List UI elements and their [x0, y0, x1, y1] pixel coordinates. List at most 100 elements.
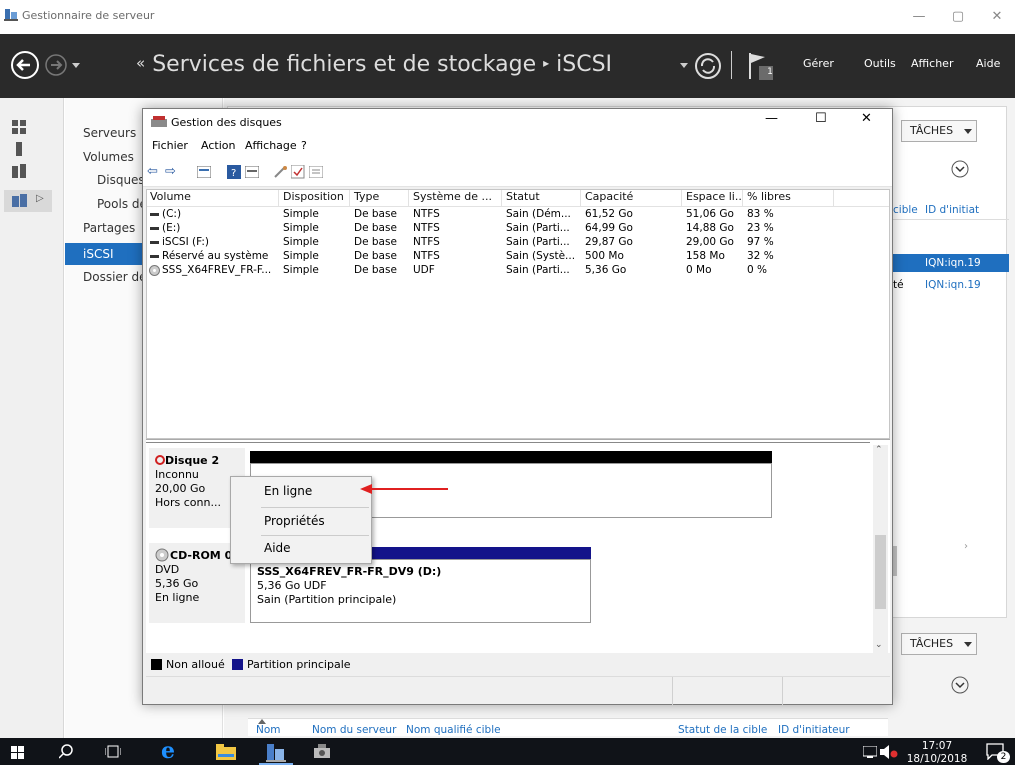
graph-scrollbar[interactable]: ⌃ ⌄ — [873, 445, 888, 655]
back-arrow-icon[interactable] — [10, 50, 40, 80]
nav-item-servers[interactable]: Serveurs — [83, 126, 136, 140]
column-header-volume[interactable]: Volume — [147, 190, 279, 206]
history-dropdown-icon[interactable] — [72, 63, 80, 69]
help-icon[interactable]: ? — [227, 165, 241, 179]
status-bar — [146, 676, 890, 705]
disk-management-taskbar-icon[interactable] — [312, 743, 332, 761]
back-icon[interactable]: ⇦ — [147, 164, 158, 179]
cd-drive-icon — [149, 265, 160, 276]
table-row[interactable]: (E:) Simple De base NTFS Sain (Parti... … — [147, 222, 847, 235]
network-icon[interactable] — [863, 746, 877, 758]
task-view-icon[interactable] — [105, 745, 121, 758]
scrollbar-thumb[interactable] — [875, 535, 886, 609]
column-header-target[interactable]: cible — [893, 204, 918, 216]
all-servers-icon[interactable] — [12, 164, 26, 178]
local-server-icon[interactable] — [12, 142, 26, 156]
properties-icon[interactable] — [197, 166, 211, 178]
tasks-button-2[interactable]: TÂCHES — [901, 633, 977, 655]
nav-item-shares[interactable]: Partages — [83, 221, 135, 235]
ie-browser-icon[interactable]: e — [161, 738, 175, 764]
nav-item-volumes[interactable]: Volumes — [83, 150, 134, 164]
column-header-server[interactable]: Nom du serveur — [312, 724, 396, 736]
volume-muted-icon[interactable] — [880, 745, 898, 759]
minimize-button[interactable]: — — [902, 6, 936, 28]
forward-arrow-icon[interactable] — [45, 54, 67, 76]
cell-percent: 0 % — [747, 264, 767, 276]
column-header-capacity[interactable]: Capacité — [582, 190, 682, 206]
table-row[interactable]: iSCSI (F:) Simple De base NTFS Sain (Par… — [147, 236, 847, 249]
column-header-layout[interactable]: Disposition — [280, 190, 350, 206]
column-header-type[interactable]: Type — [351, 190, 409, 206]
menu-help[interactable]: ? — [301, 139, 307, 152]
column-header-status[interactable]: Statut — [503, 190, 581, 206]
file-explorer-icon[interactable] — [216, 744, 236, 760]
menu-tools[interactable]: Outils — [864, 57, 896, 70]
refresh-icon[interactable] — [694, 52, 722, 80]
clock-date[interactable]: 18/10/2018 — [905, 753, 969, 765]
search-icon[interactable] — [59, 744, 73, 759]
menu-view[interactable]: Afficher — [911, 57, 953, 70]
column-header-initiator-id[interactable]: ID d'initiateur — [778, 724, 850, 736]
breadcrumb-root[interactable]: Services de fichiers et de stockage — [152, 52, 536, 77]
check-icon[interactable] — [291, 165, 305, 179]
menu-file[interactable]: Fichier — [152, 139, 188, 152]
list-view-icon[interactable] — [245, 166, 259, 178]
nav-item-disks[interactable]: Disques — [97, 173, 145, 187]
table-row[interactable]: SSS_X64FREV_FR-F... Simple De base UDF S… — [147, 264, 847, 277]
connect-icon[interactable] — [273, 165, 287, 179]
settings-list-icon[interactable] — [309, 166, 323, 178]
nav-item-work-folders[interactable]: Dossier de — [83, 270, 147, 284]
cell-volume: (C:) — [162, 208, 182, 220]
column-header-name[interactable]: Nom — [256, 724, 281, 736]
column-header-free-space[interactable]: Espace li... — [683, 190, 743, 206]
menu-item-help[interactable]: Aide — [232, 535, 370, 562]
menu-item-online[interactable]: En ligne — [232, 478, 370, 505]
dm-minimize-button[interactable]: — — [765, 111, 778, 126]
chevron-right-icon[interactable]: › — [964, 541, 968, 552]
forward-icon[interactable]: ⇨ — [165, 164, 176, 179]
table-row-selected[interactable]: IQN:iqn.19 — [893, 254, 1009, 272]
cell-fs: NTFS — [413, 250, 440, 262]
server-manager-taskbar-icon[interactable] — [266, 742, 286, 762]
menu-help[interactable]: Aide — [976, 57, 1000, 70]
tasks-button[interactable]: TÂCHES — [901, 120, 977, 142]
collapse-circle-icon[interactable] — [951, 676, 969, 694]
column-header-filesystem[interactable]: Système de ... — [410, 190, 502, 206]
column-header-initiator[interactable]: ID d'initiat — [925, 204, 979, 216]
menu-manage[interactable]: Gérer — [803, 57, 834, 70]
maximize-button[interactable]: ▢ — [941, 6, 975, 28]
volume-icon — [150, 213, 159, 216]
table-cell: té — [893, 279, 904, 291]
dropdown-arrow-icon[interactable] — [680, 63, 688, 69]
nav-item-pools[interactable]: Pools de — [97, 197, 147, 211]
close-button[interactable]: ✕ — [980, 6, 1014, 28]
dm-maximize-button[interactable]: ☐ — [815, 111, 827, 126]
initiators-column-headers: Nom Nom du serveur Nom qualifié cible St… — [248, 718, 888, 736]
dashboard-icon[interactable] — [12, 120, 26, 134]
menu-view[interactable]: Affichage — [245, 139, 297, 152]
volume-icon — [150, 241, 159, 244]
dm-close-button[interactable]: ✕ — [861, 111, 872, 126]
table-row[interactable]: (C:) Simple De base NTFS Sain (Dém... 61… — [147, 208, 847, 221]
file-services-nav-selected[interactable]: ▷ — [4, 190, 52, 212]
table-row[interactable]: té IQN:iqn.19 — [893, 276, 1009, 294]
cdrom-type: DVD — [155, 563, 180, 576]
clock-time[interactable]: 17:07 — [912, 740, 962, 752]
windows-start-icon[interactable] — [11, 746, 24, 759]
scrollbar-thumb[interactable] — [893, 546, 897, 576]
table-row[interactable]: Réservé au système Simple De base NTFS S… — [147, 250, 847, 263]
column-header-target-status[interactable]: Statut de la cible — [678, 724, 767, 736]
cd-partition[interactable]: SSS_X64FREV_FR-FR_DV9 (D:) 5,36 Go UDF S… — [250, 559, 591, 623]
file-storage-icon — [12, 194, 27, 207]
chevron-down-icon — [964, 642, 972, 647]
cd-partition-name: SSS_X64FREV_FR-FR_DV9 (D:) — [257, 565, 442, 578]
scroll-down-icon[interactable]: ⌄ — [875, 640, 883, 650]
volume-icon — [150, 227, 159, 230]
collapse-circle-icon[interactable] — [951, 160, 969, 178]
menu-item-properties[interactable]: Propriétés — [232, 508, 370, 535]
scroll-up-icon[interactable]: ⌃ — [875, 445, 883, 455]
column-header-percent-free[interactable]: % libres — [744, 190, 834, 206]
disk2-name: Disque 2 — [165, 454, 220, 467]
menu-action[interactable]: Action — [201, 139, 235, 152]
column-header-qualified-name[interactable]: Nom qualifié cible — [406, 724, 501, 736]
